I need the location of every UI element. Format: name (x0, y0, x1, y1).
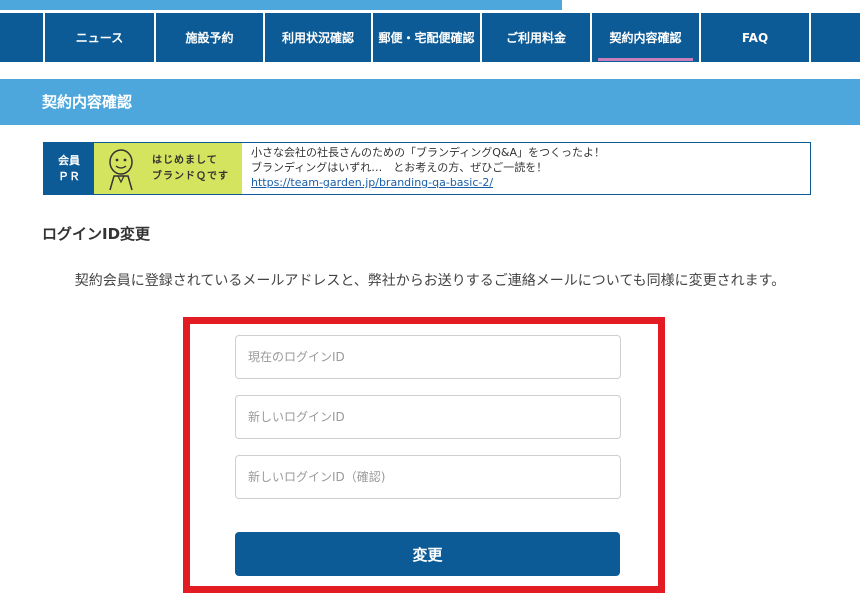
current-login-id-input[interactable] (235, 335, 621, 379)
nav-item-faq[interactable]: FAQ (699, 13, 809, 62)
main-nav: ニュース 施設予約 利用状況確認 郵便・宅配便確認 ご利用料金 契約内容確認 F… (0, 13, 860, 62)
nav-item-label: 契約内容確認 (609, 31, 682, 45)
nav-item-usage-status[interactable]: 利用状況確認 (263, 13, 371, 62)
page-title-bar: 契約内容確認 (0, 79, 860, 125)
top-accent-strip (0, 0, 562, 10)
ad-banner-image[interactable]: はじめまして ブランドＱです (94, 143, 242, 194)
pr-tag: 会員 ＰＲ (44, 143, 94, 194)
nav-item-mail-parcel[interactable]: 郵便・宅配便確認 (371, 13, 480, 62)
nav-item-label: FAQ (741, 30, 769, 45)
mascot-face-icon (109, 149, 133, 191)
pr-tag-line2: ＰＲ (58, 169, 80, 183)
ad-text: 小さな会社の社長さんのための「ブランディングQ&A」をつくったよ！ ブランディン… (251, 145, 605, 190)
nav-item-news[interactable]: ニュース (43, 13, 154, 62)
nav-item-label: 施設予約 (185, 31, 234, 45)
nav-item-label: ニュース (75, 31, 124, 45)
ad-banner-line2: ブランドＱです (152, 171, 229, 182)
description-text: 契約会員に登録されているメールアドレスと、弊社からお送りするご連絡メールについて… (74, 273, 786, 289)
nav-item-label: ご利用料金 (505, 31, 566, 45)
nav-item-contract-details[interactable]: 契約内容確認 (590, 13, 699, 62)
nav-item-overflow[interactable] (809, 13, 860, 62)
pr-tag-line1: 会員 (58, 153, 80, 167)
confirm-login-id-input[interactable] (235, 455, 621, 499)
ad-banner-line1: はじめまして (152, 155, 218, 166)
ad-text-line1: 小さな会社の社長さんのための「ブランディングQ&A」をつくったよ！ (251, 146, 605, 159)
page-title: 契約内容確認 (42, 93, 133, 111)
section-title: ログインID変更 (42, 225, 151, 243)
nav-item-label: 利用状況確認 (281, 31, 354, 45)
change-button[interactable]: 変更 (235, 532, 620, 576)
nav-item-facility-booking[interactable]: 施設予約 (154, 13, 263, 62)
ad-banner-text: はじめまして ブランドＱです (152, 153, 229, 185)
ad-link[interactable]: https://team-garden.jp/branding-qa-basic… (251, 176, 493, 189)
member-pr-banner[interactable]: 会員 ＰＲ はじめまして ブランドＱです 小さな会社の社長さんのための「ブランデ… (43, 142, 811, 195)
nav-item-label: 郵便・宅配便確認 (378, 31, 475, 45)
nav-item-fees[interactable]: ご利用料金 (480, 13, 590, 62)
ad-text-line2: ブランディングはいずれ… とお考えの方、ぜひご一読を！ (251, 161, 548, 174)
new-login-id-input[interactable] (235, 395, 621, 439)
